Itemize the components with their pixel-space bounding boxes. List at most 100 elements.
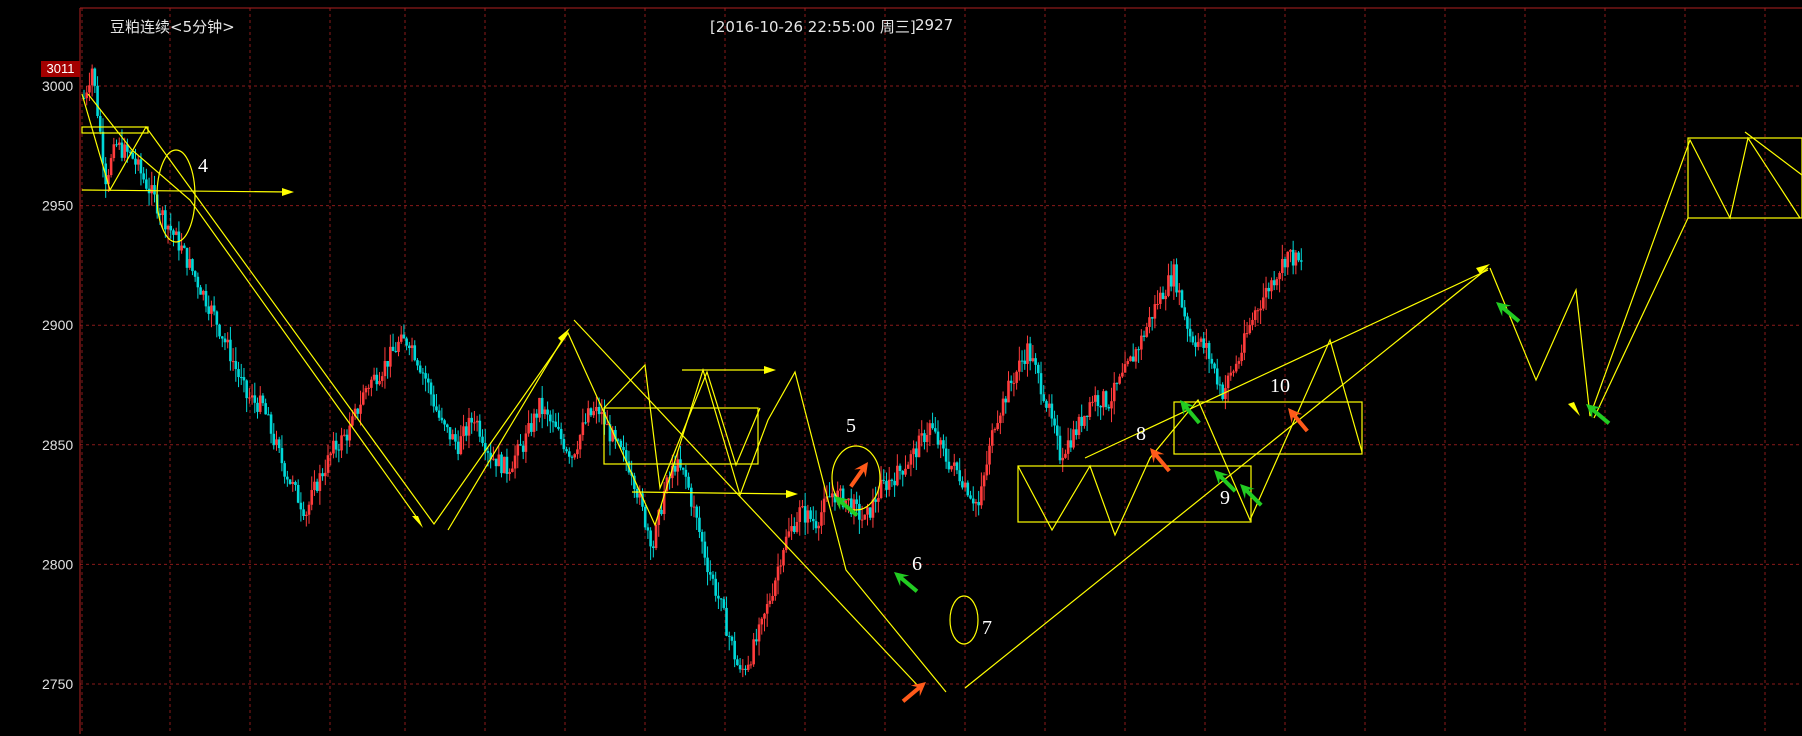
candle-body xyxy=(1123,364,1127,373)
candle-body xyxy=(191,259,194,272)
candle-body xyxy=(429,382,433,395)
candle-body xyxy=(1031,358,1035,362)
candle-body xyxy=(348,425,351,441)
candle-body xyxy=(323,472,327,477)
candle-body xyxy=(1196,341,1200,347)
candle-body xyxy=(410,345,414,349)
candle-body xyxy=(1283,258,1287,268)
candle-body xyxy=(310,490,314,505)
candle-body xyxy=(475,420,479,423)
candle-body xyxy=(898,465,902,471)
candle-body xyxy=(1061,457,1065,461)
candle-body xyxy=(1012,382,1016,384)
candle-body xyxy=(1085,415,1089,417)
arrowhead xyxy=(1568,402,1580,416)
candle-body xyxy=(939,440,943,445)
candle-body xyxy=(1253,310,1257,320)
candle-body xyxy=(920,433,924,436)
candle-body xyxy=(169,225,173,231)
candle-body xyxy=(996,423,999,429)
candle-body xyxy=(1007,380,1010,403)
candle-body xyxy=(779,565,783,567)
arrowhead xyxy=(558,328,570,342)
candle-body xyxy=(435,406,438,411)
candle-body xyxy=(1091,401,1094,403)
candle-body xyxy=(161,210,164,216)
candle-body xyxy=(329,453,333,456)
candle-body xyxy=(1207,343,1211,359)
candle-body xyxy=(502,456,506,474)
candle-body xyxy=(1107,406,1111,409)
candle-body xyxy=(207,306,211,314)
candle-body xyxy=(1102,391,1105,408)
candle-body xyxy=(1083,415,1086,426)
candle-body xyxy=(90,68,94,86)
candle-body xyxy=(1272,280,1276,286)
candle-body xyxy=(1169,275,1173,287)
zigzag-line xyxy=(81,93,947,693)
candle-body xyxy=(814,521,818,529)
candle-body xyxy=(494,458,498,467)
candle-body xyxy=(85,92,89,99)
candle-body xyxy=(768,600,772,605)
candle-body xyxy=(272,433,276,446)
arrowhead xyxy=(764,366,776,374)
candle-body xyxy=(418,365,422,373)
candle-body xyxy=(787,531,791,537)
candle-body xyxy=(1270,280,1273,292)
candle-body xyxy=(337,449,341,451)
candle-body xyxy=(925,434,929,443)
candle-body xyxy=(112,144,116,159)
candle-body xyxy=(1134,349,1138,362)
candle-body xyxy=(174,231,178,235)
candle-body xyxy=(1226,375,1230,389)
candle-body xyxy=(356,408,360,414)
candle-body xyxy=(386,361,389,367)
candle-body xyxy=(1142,335,1146,337)
candle-body xyxy=(123,144,126,158)
annotation-number: 7 xyxy=(982,617,992,639)
candle-body xyxy=(600,412,604,415)
candle-body xyxy=(408,345,411,349)
candle-body xyxy=(822,498,826,513)
candle-body xyxy=(513,455,517,469)
candle-body xyxy=(326,455,330,473)
candle-body xyxy=(345,434,349,441)
candle-body xyxy=(1256,310,1260,312)
candle-body xyxy=(830,493,834,498)
candle-body xyxy=(183,245,186,248)
highlight-circle xyxy=(949,595,979,645)
candle-body xyxy=(784,536,788,551)
candle-body xyxy=(543,409,547,415)
candle-body xyxy=(1191,336,1195,343)
candle-body xyxy=(307,504,311,515)
candle-body xyxy=(1188,328,1192,337)
trend-line xyxy=(964,267,1489,689)
candle-body xyxy=(237,369,240,378)
candle-body xyxy=(226,339,229,343)
candle-body xyxy=(790,526,793,532)
candle-body xyxy=(1150,317,1154,319)
candle-body xyxy=(334,440,338,450)
candle-body xyxy=(793,526,796,532)
candle-body xyxy=(1053,418,1056,426)
candle-body xyxy=(421,372,425,374)
candle-body xyxy=(1159,292,1162,304)
candle-body xyxy=(440,417,444,421)
candle-body xyxy=(201,290,205,295)
candle-body xyxy=(795,521,799,532)
candle-body xyxy=(248,397,251,399)
candle-body xyxy=(218,324,221,337)
candle-body xyxy=(874,499,877,502)
annotation-number: 8 xyxy=(1136,423,1146,445)
candle-body xyxy=(703,541,707,558)
candle-body xyxy=(1215,368,1219,385)
candle-body xyxy=(231,361,235,363)
candle-body xyxy=(296,484,300,503)
candle-body xyxy=(540,397,544,415)
candle-body xyxy=(1050,403,1054,419)
candle-body xyxy=(592,411,595,416)
candle-body xyxy=(500,454,503,474)
annotation-labels: 4 5 6 7 8 9 10 xyxy=(198,155,1290,639)
annotation-number: 5 xyxy=(846,415,856,437)
